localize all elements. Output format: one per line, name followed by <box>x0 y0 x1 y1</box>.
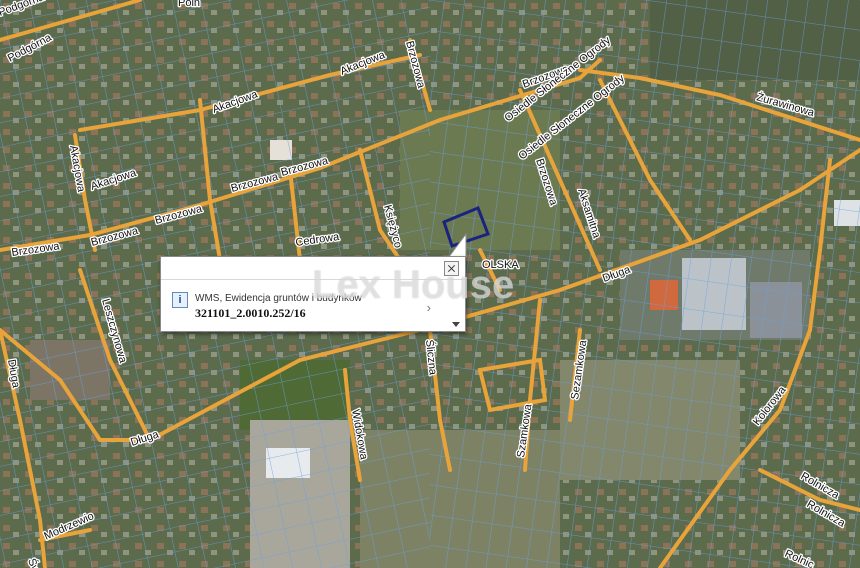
popup-divider <box>161 279 465 280</box>
feature-info-popup: i WMS, Ewidencja gruntów i budynków 3211… <box>160 256 466 332</box>
triangle-down-icon[interactable] <box>452 322 460 327</box>
street-label: OLSKA <box>482 259 519 271</box>
chevron-right-icon[interactable]: › <box>427 300 431 315</box>
parcel-id[interactable]: 321101_2.0010.252/16 <box>195 306 306 321</box>
street-label: Poln <box>178 0 200 9</box>
close-icon[interactable] <box>444 261 459 276</box>
layer-name: WMS, Ewidencja gruntów i budynków <box>195 293 362 304</box>
info-icon: i <box>172 292 188 308</box>
